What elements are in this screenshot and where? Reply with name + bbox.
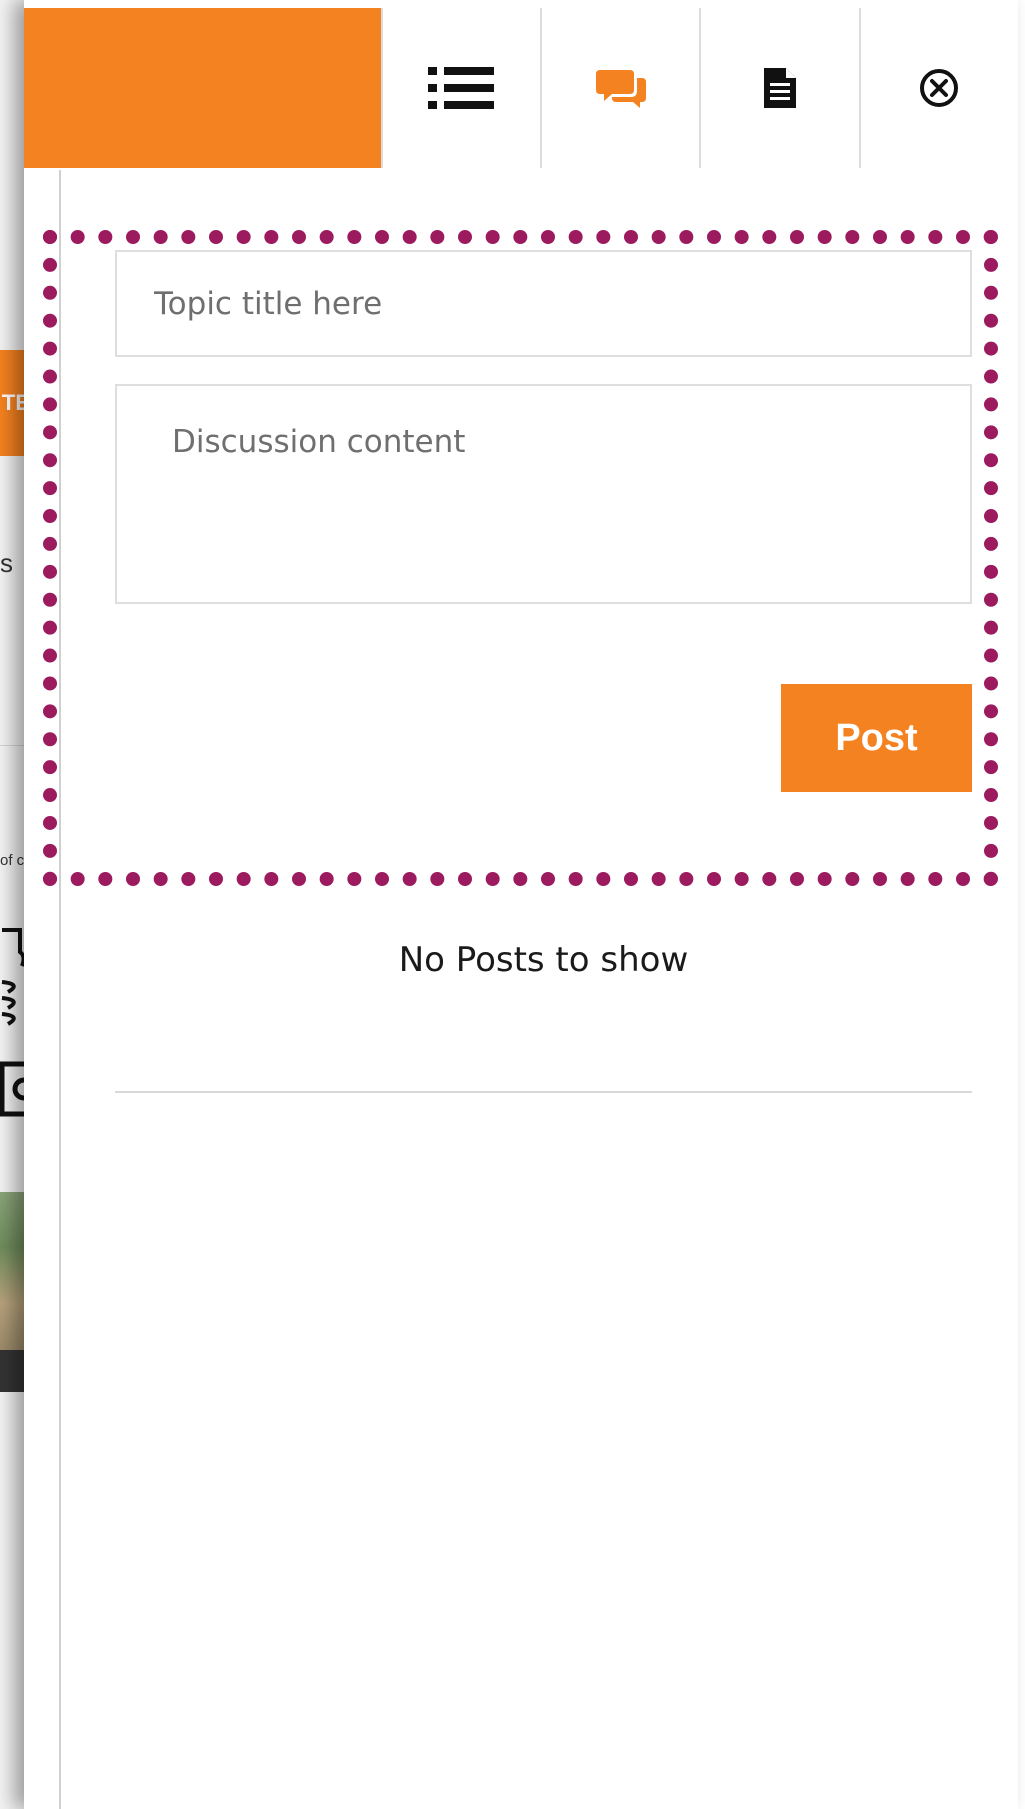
close-button[interactable]: [858, 8, 1018, 168]
topic-title-input[interactable]: [115, 250, 972, 357]
notes-button[interactable]: [699, 8, 859, 168]
comments-icon: [595, 70, 646, 108]
discussion-button[interactable]: [539, 8, 700, 168]
background-text-fragment: s: [0, 548, 12, 578]
panel-toolbar: [24, 8, 1018, 168]
empty-posts-message: No Posts to show: [398, 940, 689, 980]
list-icon: [428, 67, 495, 109]
close-circle-icon: [920, 69, 959, 107]
lightbulb-icon: [1, 928, 26, 1026]
brand-block: [24, 8, 381, 168]
discussion-content-textarea[interactable]: [115, 384, 972, 604]
post-button[interactable]: Post: [781, 684, 972, 792]
toc-button[interactable]: [380, 8, 540, 168]
posts-divider: [115, 1091, 972, 1093]
page: TE s of c Topic title here Discussion co…: [0, 0, 1025, 1809]
document-icon: [763, 68, 796, 108]
